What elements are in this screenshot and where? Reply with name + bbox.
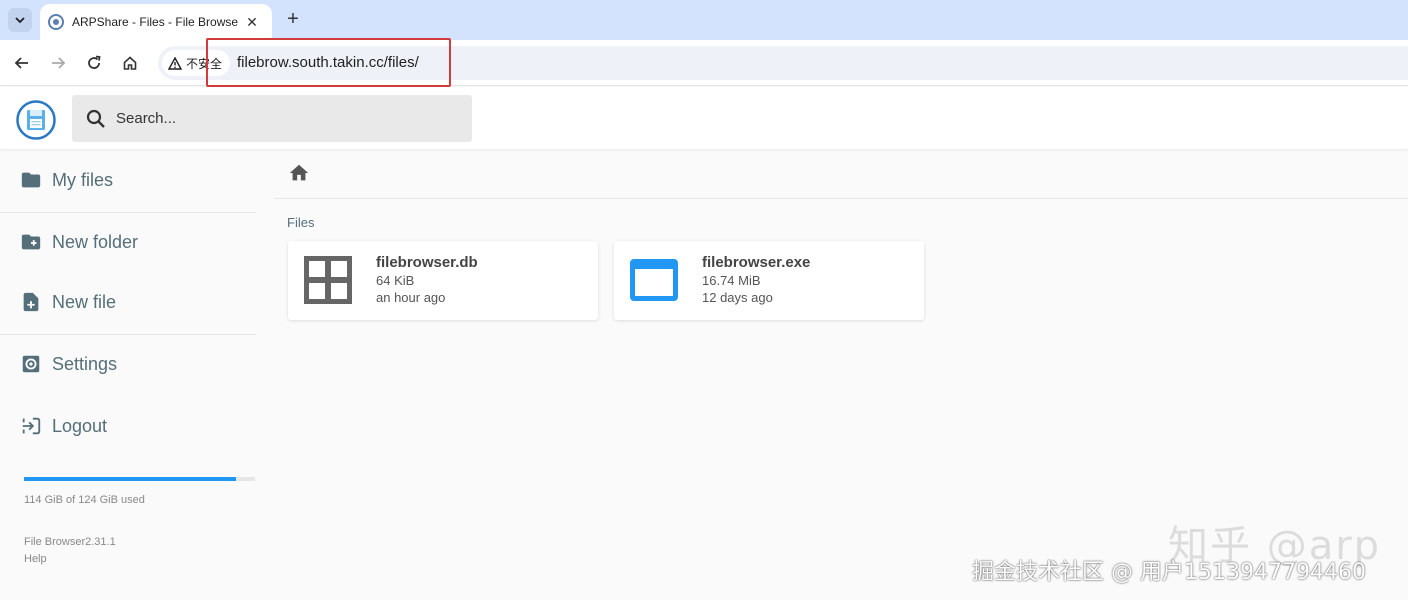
- search-icon: [86, 109, 105, 128]
- url-highlight-box: [206, 38, 451, 87]
- create-new-folder-icon: [21, 234, 41, 250]
- file-browser-logo-icon[interactable]: [16, 100, 56, 140]
- sidebar-item-logout[interactable]: Logout: [0, 396, 256, 456]
- file-size: 16.74 MiB: [702, 273, 761, 288]
- file-modified: an hour ago: [376, 290, 446, 305]
- file-name: filebrowser.db: [376, 254, 478, 271]
- storage-usage-fill: [24, 477, 237, 481]
- arrow-right-icon: [52, 57, 66, 69]
- browser-tabstrip: ARPShare - Files - File Browser ✕ +: [0, 0, 1408, 40]
- arrow-left-icon: [14, 57, 28, 69]
- sidebar-item-settings[interactable]: Settings: [0, 334, 256, 394]
- sidebar-item-label: Logout: [52, 415, 108, 436]
- app-header: [0, 87, 1408, 149]
- forward-button[interactable]: [46, 51, 70, 75]
- help-link[interactable]: Help: [24, 553, 47, 565]
- breadcrumb: [274, 150, 1408, 199]
- sidebar: My files New folder New file Settings Lo…: [0, 150, 256, 600]
- search-box[interactable]: [72, 95, 472, 142]
- tab-title: ARPShare - Files - File Browser: [72, 15, 238, 29]
- web-app-icon: [630, 259, 678, 301]
- storage-usage-text: 114 GiB of 124 GiB used: [24, 494, 145, 506]
- section-title: Files: [287, 215, 315, 230]
- browser-tab-active[interactable]: ARPShare - Files - File Browser ✕: [40, 4, 272, 40]
- sidebar-item-new-file[interactable]: New file: [0, 272, 256, 332]
- sidebar-item-label: Settings: [52, 353, 118, 374]
- home-outline-icon: [123, 56, 137, 70]
- settings-icon: [22, 355, 40, 373]
- sidebar-item-my-files[interactable]: My files: [0, 150, 256, 210]
- exit-to-app-icon: [22, 417, 41, 435]
- new-tab-button[interactable]: +: [283, 8, 303, 32]
- home-button[interactable]: [118, 51, 142, 75]
- reload-button[interactable]: [82, 51, 106, 75]
- file-item[interactable]: filebrowser.exe 16.74 MiB 12 days ago: [614, 241, 924, 320]
- home-icon[interactable]: [288, 162, 310, 184]
- search-input[interactable]: [116, 110, 456, 127]
- reload-icon: [88, 55, 101, 69]
- version-text: File Browser2.31.1: [24, 536, 116, 548]
- back-button[interactable]: [10, 51, 34, 75]
- sidebar-item-label: My files: [52, 169, 114, 190]
- site-favicon-icon: [48, 14, 64, 30]
- file-name: filebrowser.exe: [702, 254, 811, 271]
- sidebar-item-label: New folder: [52, 231, 139, 252]
- file-modified: 12 days ago: [702, 290, 773, 305]
- warning-triangle-icon: [168, 56, 182, 70]
- note-add-icon: [23, 292, 39, 312]
- chevron-down-icon: [15, 17, 25, 24]
- storage-usage-bar: [24, 477, 255, 481]
- sidebar-item-label: New file: [52, 291, 117, 312]
- folder-icon: [21, 172, 41, 188]
- tab-search-button[interactable]: [8, 8, 32, 32]
- grid-icon: [304, 256, 352, 304]
- file-size: 64 KiB: [376, 273, 415, 288]
- sidebar-item-new-folder[interactable]: New folder: [0, 212, 256, 272]
- tab-close-icon[interactable]: ✕: [244, 14, 260, 31]
- watermark-small: 掘金技术社区 @ 用户1513947794460: [972, 560, 1366, 585]
- file-item[interactable]: filebrowser.db 64 KiB an hour ago: [288, 241, 598, 320]
